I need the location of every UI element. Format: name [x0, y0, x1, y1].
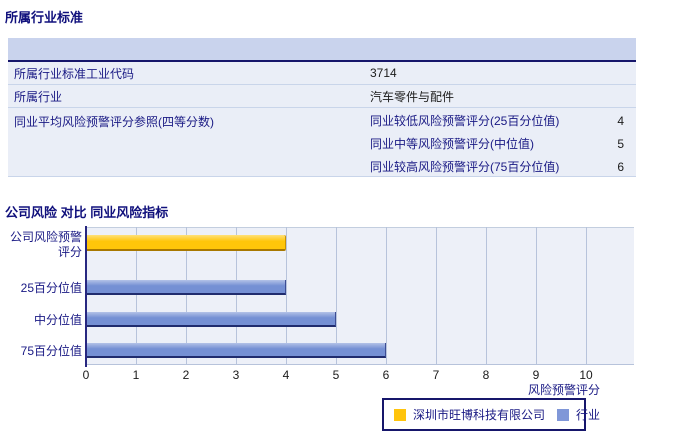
x-tick-label: 3 [232, 368, 240, 382]
quartile-row-75: 同业较高风险预警评分(75百分位值) 6 [370, 155, 636, 178]
x-tick-label: 2 [182, 368, 190, 382]
quartile-50-value: 5 [617, 136, 624, 151]
x-tick-label: 0 [82, 368, 90, 382]
chart-legend: 深圳市旺博科技有限公司 行业 [382, 398, 600, 431]
x-tick-label: 10 [579, 368, 593, 382]
industry-bar-25百分位值 [87, 280, 286, 295]
category-label: 中分位值 [33, 313, 82, 327]
quartile-row-25: 同业较低风险预警评分(25百分位值) 4 [370, 109, 636, 132]
table-row: 所属行业 汽车零件与配件 [8, 85, 636, 108]
industry-bar-75百分位值 [87, 343, 386, 358]
x-tick-label: 1 [132, 368, 140, 382]
gridline [586, 227, 587, 365]
x-tick-label: 8 [482, 368, 490, 382]
x-tick-label: 5 [332, 368, 340, 382]
company-legend-label: 深圳市旺博科技有限公司 [413, 408, 546, 422]
table-header-bar [8, 38, 636, 62]
industry-legend-swatch [557, 408, 570, 421]
x-tick-label: 9 [532, 368, 540, 382]
gridline [536, 227, 537, 365]
quartile-values-column: 同业较低风险预警评分(25百分位值) 4 同业中等风险预警评分(中位值) 5 同… [370, 108, 636, 176]
company-legend-swatch [394, 408, 406, 421]
sic-code-label: 所属行业标准工业代码 [14, 66, 135, 81]
industry-value: 汽车零件与配件 [370, 89, 455, 104]
quartile-25-value: 4 [617, 113, 624, 128]
quartile-reference-label: 同业平均风险预警评分参照(四等分数) [14, 115, 214, 129]
x-tick-label: 7 [432, 368, 440, 382]
category-label: 75百分位值 [20, 344, 82, 358]
quartile-75-label: 同业较高风险预警评分(75百分位值) [370, 160, 560, 174]
industry-legend-label: 行业 [576, 408, 601, 422]
gridline [486, 227, 487, 365]
quartile-75-value: 6 [617, 159, 624, 174]
company-score-bar-公司风险预警评分 [87, 235, 286, 251]
category-label: 25百分位值 [20, 281, 82, 295]
industry-bar-中分位值 [87, 312, 336, 327]
quartile-25-label: 同业较低风险预警评分(25百分位值) [370, 114, 560, 128]
x-tick-label: 6 [382, 368, 390, 382]
industry-standard-table: 所属行业标准工业代码 3714 所属行业 汽车零件与配件 同业平均风险预警评分参… [8, 38, 636, 177]
gridline [386, 227, 387, 365]
gridline [436, 227, 437, 365]
industry-standard-section-title: 所属行业标准 [5, 10, 84, 25]
quartile-row-50: 同业中等风险预警评分(中位值) 5 [370, 132, 636, 155]
sic-code-value: 3714 [370, 66, 397, 80]
x-axis-title: 风险预警评分 [527, 383, 600, 397]
table-row: 所属行业标准工业代码 3714 [8, 62, 636, 85]
comparison-section-title: 公司风险 对比 同业风险指标 [5, 205, 169, 220]
category-label: 公司风险预警评分 [9, 230, 82, 259]
table-row-quartiles: 同业平均风险预警评分参照(四等分数) 同业较低风险预警评分(25百分位值) 4 … [8, 108, 636, 177]
x-tick-label: 4 [282, 368, 290, 382]
report-page: 所属行业标准 所属行业标准工业代码 3714 所属行业 汽车零件与配件 同业平均… [0, 0, 681, 434]
quartile-50-label: 同业中等风险预警评分(中位值) [370, 137, 534, 151]
industry-label: 所属行业 [14, 89, 63, 104]
